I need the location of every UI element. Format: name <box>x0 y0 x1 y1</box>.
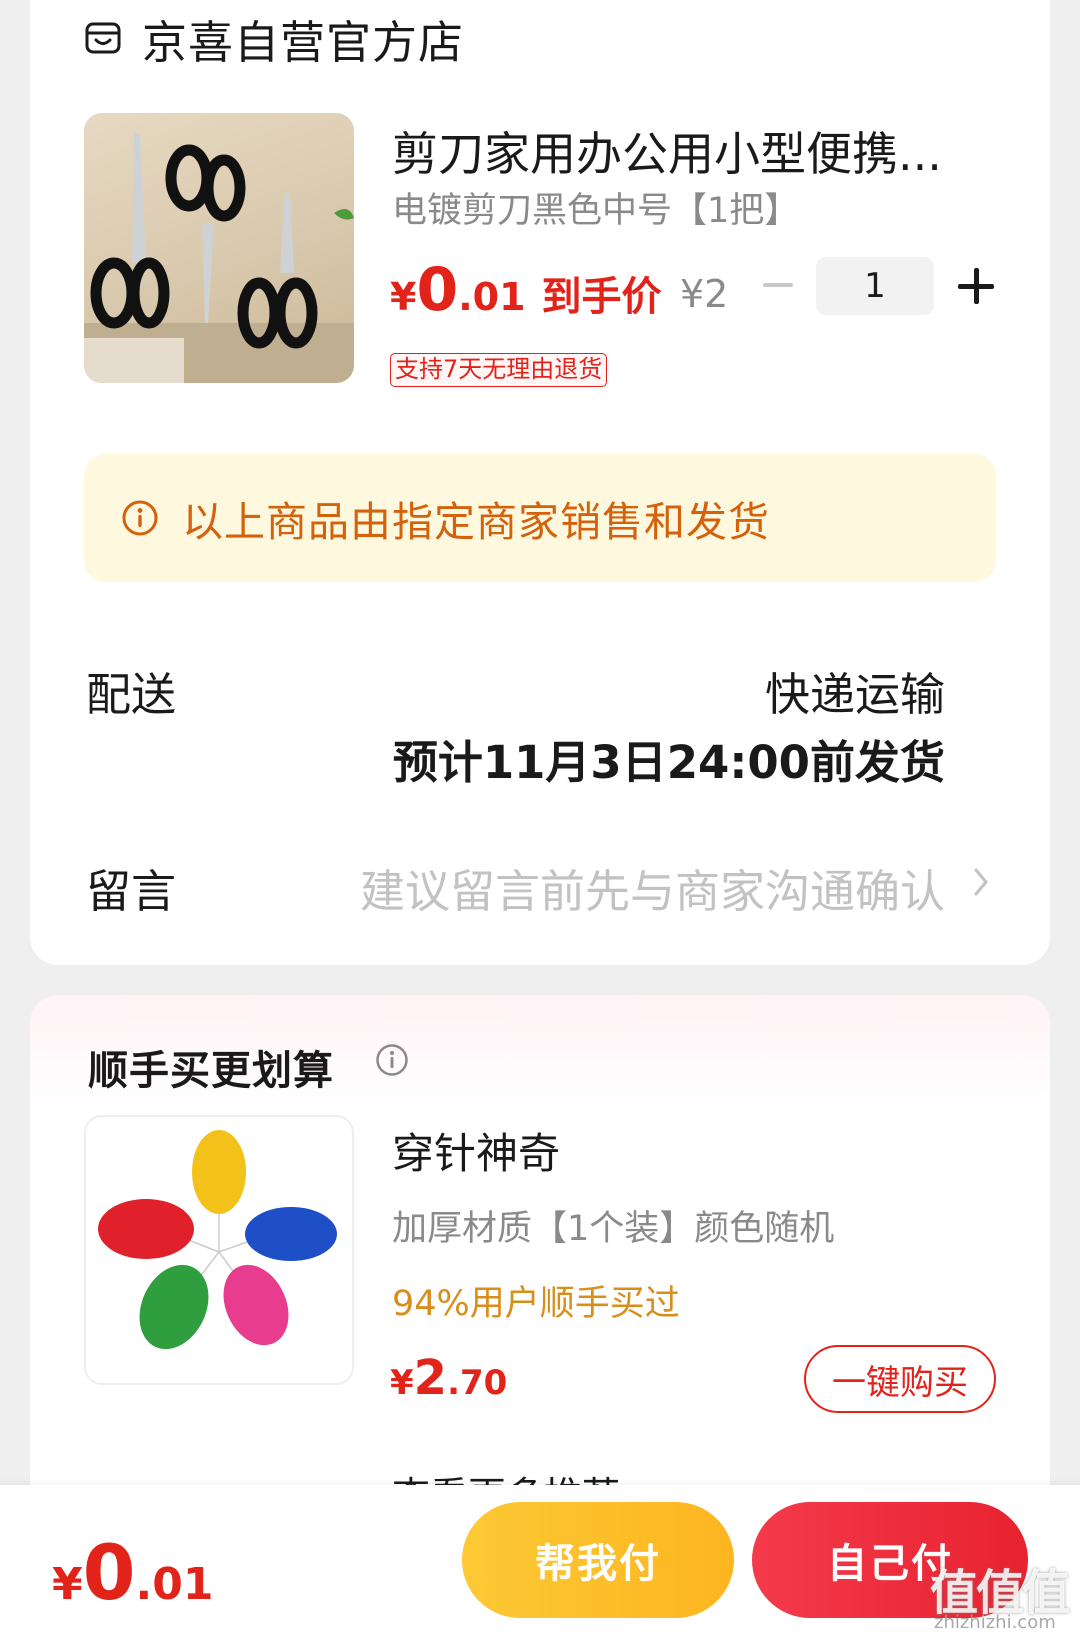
price-currency: ¥ <box>390 275 417 319</box>
price-decimal: .01 <box>458 275 526 319</box>
price-decimal: .01 <box>135 1559 214 1610</box>
quantity-input[interactable]: 1 <box>816 257 934 315</box>
quantity-increase-button[interactable] <box>958 268 994 304</box>
store-name: 京喜自营官方店 <box>142 15 465 69</box>
recommend-image[interactable] <box>84 1115 354 1385</box>
price-integer: 0 <box>416 255 459 325</box>
price-integer: 0 <box>82 1528 136 1617</box>
info-icon <box>122 500 158 536</box>
scissors-image <box>84 133 354 383</box>
product-spec[interactable]: 电镀剪刀黑色中号【1把】 <box>392 182 799 233</box>
delivery-method: 快递运输 <box>764 668 945 721</box>
original-price: ¥2 <box>680 272 729 316</box>
price-tag: 到手价 <box>541 274 662 320</box>
store-icon <box>85 22 121 54</box>
minus-icon <box>763 283 793 287</box>
quantity-decrease-button[interactable] <box>760 270 796 300</box>
delivery-time: 预计11月3日24:00前发货 <box>392 736 945 789</box>
price-currency: ¥ <box>390 1363 414 1403</box>
product-price: ¥ 0 .01 到手价 <box>390 255 662 325</box>
help-pay-button[interactable]: 帮我付 <box>462 1502 734 1618</box>
product-title[interactable]: 剪刀家用办公用小型便携... <box>392 118 992 184</box>
needle-threader-image <box>98 1130 337 1350</box>
message-input[interactable]: 建议留言前先与商家沟通确认 <box>360 855 945 920</box>
watermark-site: zhizhizhi.com <box>934 1612 1056 1633</box>
seller-notice: 以上商品由指定商家销售和发货 <box>84 454 996 582</box>
return-policy-badge: 支持7天无理由退货 <box>390 353 608 387</box>
recommend-spec: 加厚材质【1个装】颜色随机 <box>392 1209 835 1249</box>
price-decimal: .70 <box>447 1363 508 1403</box>
chevron-right-icon[interactable] <box>970 862 994 902</box>
recommend-title: 顺手买更划算 <box>88 1048 334 1094</box>
notice-text: 以上商品由指定商家销售和发货 <box>182 498 770 546</box>
info-icon[interactable] <box>374 1042 410 1078</box>
recommend-bought-rate: 94%用户顺手买过 <box>392 1284 680 1324</box>
total-price: ¥ 0 .01 <box>52 1528 213 1617</box>
recommend-name[interactable]: 穿针神奇 <box>392 1120 560 1181</box>
recommend-price: ¥ 2 .70 <box>390 1350 507 1406</box>
message-label: 留言 <box>86 865 177 918</box>
price-integer: 2 <box>413 1350 448 1406</box>
one-click-buy-button[interactable]: 一键购买 <box>804 1345 996 1413</box>
store-header[interactable]: 京喜自营官方店 <box>84 8 465 69</box>
price-currency: ¥ <box>52 1559 83 1610</box>
delivery-label: 配送 <box>86 668 177 721</box>
product-image[interactable] <box>84 113 354 383</box>
